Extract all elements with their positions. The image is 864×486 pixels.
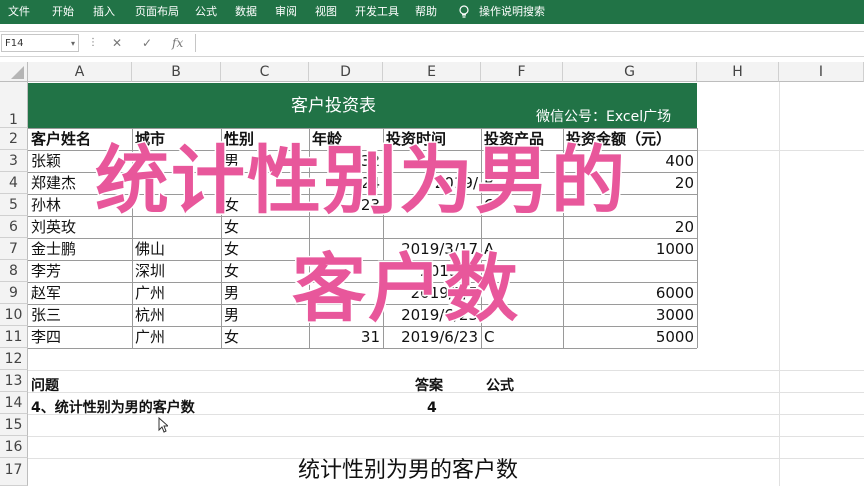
table-cell[interactable]: 孙林	[31, 194, 61, 216]
table-cell[interactable]: 男	[224, 304, 239, 326]
overlay-caption-line1: 统计性别为男的	[94, 137, 627, 226]
gridline	[28, 392, 864, 393]
table-cell[interactable]: 女	[224, 260, 239, 282]
menu-file[interactable]: 文件	[8, 0, 30, 24]
table-cell[interactable]: 张三	[31, 304, 61, 326]
row-header-14[interactable]: 14	[0, 392, 28, 414]
more-options-icon: ⋮	[88, 37, 98, 48]
row-header-16[interactable]: 16	[0, 436, 28, 458]
menu-page-layout[interactable]: 页面布局	[135, 0, 179, 24]
row-header-17[interactable]: 17	[0, 458, 28, 486]
column-header-c[interactable]: C	[221, 62, 309, 82]
table-cell[interactable]: 3000	[566, 304, 694, 326]
question-text[interactable]: 4、统计性别为男的客户数	[31, 397, 195, 419]
table-cell[interactable]: 女	[224, 238, 239, 260]
table-cell[interactable]: 佛山	[135, 238, 165, 260]
video-subtitle: 统计性别为男的客户数	[298, 458, 519, 483]
row-header-15[interactable]: 15	[0, 414, 28, 436]
row-header-11[interactable]: 11	[0, 326, 28, 348]
table-cell[interactable]: 张颖	[31, 150, 61, 172]
row-header-9[interactable]: 9	[0, 282, 28, 304]
column-header-i[interactable]: I	[779, 62, 864, 82]
formula-header[interactable]: 公式	[486, 375, 514, 397]
menu-view[interactable]: 视图	[315, 0, 337, 24]
menu-help[interactable]: 帮助	[415, 0, 437, 24]
column-header-h[interactable]: H	[697, 62, 779, 82]
select-all-corner[interactable]	[0, 62, 28, 82]
table-title-band: 客户投资表 微信公号：Excel广场	[28, 83, 697, 128]
row-header-3[interactable]: 3	[0, 150, 28, 172]
row-header-12[interactable]: 12	[0, 348, 28, 370]
row-header-10[interactable]: 10	[0, 304, 28, 326]
menu-home[interactable]: 开始	[52, 0, 74, 24]
table-cell[interactable]: 李芳	[31, 260, 61, 282]
watermark-text: 微信公号：Excel广场	[536, 109, 672, 125]
table-cell[interactable]: 刘英玫	[31, 216, 76, 238]
column-header-b[interactable]: B	[132, 62, 221, 82]
table-cell[interactable]: 杭州	[135, 304, 165, 326]
table-cell[interactable]: 广州	[135, 326, 165, 348]
gridline	[697, 150, 864, 151]
table-cell[interactable]: 李四	[31, 326, 61, 348]
gridline	[28, 436, 864, 437]
row-header-4[interactable]: 4	[0, 172, 28, 194]
column-header-d[interactable]: D	[309, 62, 383, 82]
answer-header[interactable]: 答案	[415, 375, 443, 397]
formula-bar: F14 ▾ ⋮ ✕ ✓ fx	[0, 31, 864, 57]
row-header-5[interactable]: 5	[0, 194, 28, 216]
table-cell[interactable]: 6000	[566, 282, 694, 304]
column-header-g[interactable]: G	[563, 62, 697, 82]
table-cell[interactable]: 1000	[566, 238, 694, 260]
question-header[interactable]: 问题	[31, 375, 59, 397]
table-border	[28, 348, 697, 349]
table-cell[interactable]: 金士鹏	[31, 238, 76, 260]
column-header-f[interactable]: F	[481, 62, 563, 82]
lightbulb-icon[interactable]	[458, 0, 470, 24]
column-header-a[interactable]: A	[28, 62, 132, 82]
gridline	[28, 370, 864, 371]
formula-input[interactable]	[195, 34, 864, 52]
row-header-8[interactable]: 8	[0, 260, 28, 282]
menu-review[interactable]: 审阅	[275, 0, 297, 24]
menu-insert[interactable]: 插入	[93, 0, 115, 24]
table-cell[interactable]: 男	[224, 282, 239, 304]
row-header-7[interactable]: 7	[0, 238, 28, 260]
ribbon-menu-bar: 文件 开始 插入 页面布局 公式 数据 审阅 视图 开发工具 帮助 操作说明搜索	[0, 0, 864, 24]
menu-developer[interactable]: 开发工具	[355, 0, 399, 24]
column-header-e[interactable]: E	[383, 62, 481, 82]
table-cell[interactable]: 女	[224, 326, 239, 348]
name-box-value: F14	[5, 38, 24, 49]
table-cell[interactable]: 赵军	[31, 282, 61, 304]
table-cell[interactable]: 广州	[135, 282, 165, 304]
row-header-2[interactable]: 2	[0, 128, 28, 150]
cancel-icon[interactable]: ✕	[112, 35, 122, 51]
table-cell[interactable]: 5000	[566, 326, 694, 348]
fx-icon[interactable]: fx	[172, 35, 183, 51]
name-box[interactable]: F14 ▾	[1, 34, 79, 52]
table-cell[interactable]: 郑建杰	[31, 172, 76, 194]
gridline	[779, 82, 780, 486]
answer-value[interactable]: 4	[427, 397, 437, 419]
menu-data[interactable]: 数据	[235, 0, 257, 24]
row-header-6[interactable]: 6	[0, 216, 28, 238]
table-border	[697, 128, 698, 348]
check-icon[interactable]: ✓	[142, 35, 152, 51]
chevron-down-icon[interactable]: ▾	[71, 35, 75, 53]
tell-me-search[interactable]: 操作说明搜索	[479, 0, 545, 24]
row-header-13[interactable]: 13	[0, 370, 28, 392]
table-cell[interactable]: 深圳	[135, 260, 165, 282]
row-header-1[interactable]: 1	[0, 82, 28, 128]
menu-formulas[interactable]: 公式	[195, 0, 217, 24]
overlay-caption-line2: 客户数	[291, 245, 520, 334]
table-title: 客户投资表	[291, 96, 376, 116]
mouse-cursor-icon	[158, 416, 170, 437]
